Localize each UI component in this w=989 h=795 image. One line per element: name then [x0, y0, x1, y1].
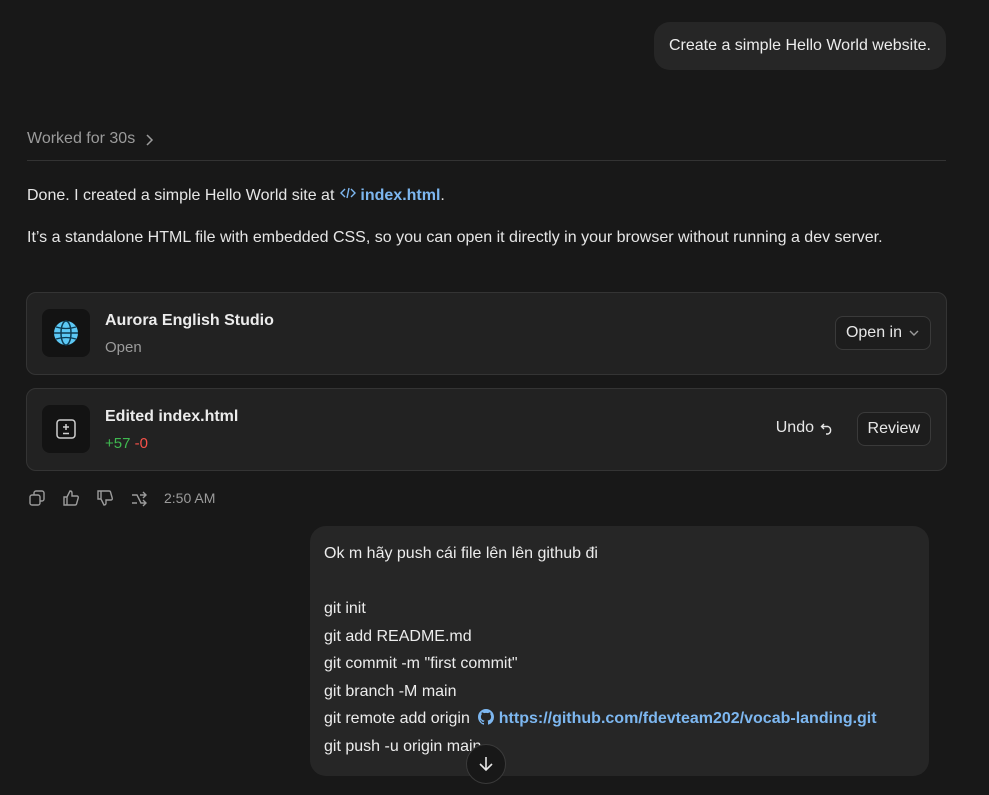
undo-icon	[820, 423, 832, 435]
deletions-count: -0	[134, 435, 148, 452]
github-repo-link[interactable]: https://github.com/fdevteam202/vocab-lan…	[499, 710, 877, 727]
user-line: git commit -m "first commit"	[324, 655, 518, 672]
user-line-remote: git remote add origin https://github.com…	[324, 705, 929, 733]
chevron-right-icon	[146, 134, 154, 146]
diff-tile	[42, 405, 90, 453]
thumbs-down-icon[interactable]	[96, 489, 114, 507]
user-line: git add README.md	[324, 627, 472, 645]
code-icon	[340, 182, 357, 210]
diff-stats: +57 -0	[105, 435, 148, 452]
edit-title: Edited index.html	[105, 408, 239, 425]
app-card[interactable]: Aurora English Studio Open Open in	[26, 292, 947, 375]
app-tile	[42, 309, 90, 357]
worked-summary-toggle[interactable]: Worked for 30s	[27, 130, 946, 161]
assistant-text: Done. I created a simple Hello World sit…	[27, 187, 335, 205]
copy-icon[interactable]	[28, 489, 46, 507]
undo-label: Undo	[775, 419, 814, 436]
user-message-text: Create a simple Hello World website.	[668, 37, 931, 54]
assistant-message-line1: Done. I created a simple Hello World sit…	[27, 182, 927, 210]
user-line: git branch -M main	[324, 682, 457, 700]
user-line: git init	[324, 600, 366, 617]
share-icon[interactable]	[130, 489, 148, 507]
scroll-to-bottom-button[interactable]	[466, 744, 506, 784]
chevron-down-icon	[909, 330, 919, 336]
file-link-index[interactable]: index.html	[360, 187, 440, 204]
user-line: Ok m hãy push cái file lên lên github đi	[324, 545, 598, 562]
app-subtitle: Open	[105, 339, 142, 356]
additions-count: +57	[105, 435, 131, 452]
review-button[interactable]: Review	[856, 412, 931, 446]
user-line: git push -u origin main	[324, 737, 482, 755]
worked-label: Worked for 30s	[27, 130, 136, 147]
user-line-text: git remote add origin	[324, 710, 470, 727]
thumbs-up-icon[interactable]	[62, 489, 80, 507]
globe-icon	[54, 320, 78, 346]
review-label: Review	[867, 420, 920, 437]
app-title: Aurora English Studio	[105, 312, 274, 329]
undo-button[interactable]: Undo	[776, 419, 834, 437]
user-message-bubble: Create a simple Hello World website.	[653, 22, 946, 70]
open-in-button[interactable]: Open in	[834, 316, 931, 350]
diff-icon	[56, 419, 76, 439]
assistant-text-suffix: .	[440, 187, 445, 205]
open-in-label: Open in	[845, 324, 902, 341]
user-message-bubble-2: Ok m hãy push cái file lên lên github đi…	[310, 526, 929, 776]
edit-card: Edited index.html +57 -0 Undo Review	[26, 388, 947, 471]
message-timestamp: 2:50 AM	[164, 490, 216, 506]
arrow-down-icon	[479, 757, 493, 772]
github-icon	[478, 709, 495, 725]
assistant-message-line2: It’s a standalone HTML file with embedde…	[27, 229, 883, 246]
message-actions: 2:50 AM	[28, 489, 215, 507]
